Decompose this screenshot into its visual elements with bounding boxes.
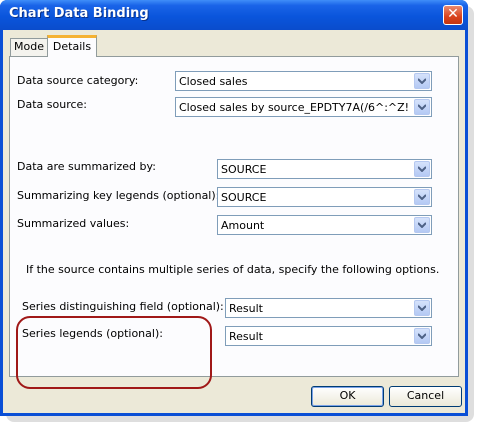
close-button[interactable]: ✕	[443, 5, 463, 25]
chevron-down-icon[interactable]	[414, 300, 430, 316]
key-legends-label: Summarizing key legends (optional):	[17, 189, 220, 202]
series-field-value: Result	[229, 302, 263, 315]
series-legends-label: Series legends (optional):	[22, 327, 163, 340]
series-legends-value: Result	[229, 330, 263, 343]
data-source-select[interactable]: Closed sales by source_EPDTY7A(/6^:^Z!	[175, 97, 432, 117]
summarized-by-label: Data are summarized by:	[17, 160, 156, 173]
data-source-category-select[interactable]: Closed sales	[175, 71, 432, 91]
chevron-down-icon[interactable]	[414, 189, 430, 205]
title-bar[interactable]: Chart Data Binding ✕	[0, 0, 468, 30]
ok-button[interactable]: OK	[311, 386, 384, 407]
summarized-values-select[interactable]: Amount	[217, 215, 432, 235]
key-legends-value: SOURCE	[221, 191, 267, 204]
dialog-body: Mode Details Data source category: Close…	[3, 30, 465, 413]
series-legends-select[interactable]: Result	[225, 326, 432, 346]
data-source-value: Closed sales by source_EPDTY7A(/6^:^Z!	[179, 101, 410, 114]
series-field-label: Series distinguishing field (optional):	[22, 300, 224, 313]
window-title: Chart Data Binding	[9, 6, 149, 21]
summarized-values-value: Amount	[221, 219, 265, 232]
close-icon: ✕	[447, 6, 459, 22]
key-legends-select[interactable]: SOURCE	[217, 187, 432, 207]
data-source-label: Data source:	[17, 98, 87, 111]
details-panel: Data source category: Closed sales Data …	[9, 56, 459, 389]
data-source-category-label: Data source category:	[17, 74, 139, 87]
summarized-by-value: SOURCE	[221, 163, 267, 176]
summarized-by-select[interactable]: SOURCE	[217, 159, 432, 179]
cancel-button[interactable]: Cancel	[389, 386, 462, 407]
summarized-values-label: Summarized values:	[17, 217, 130, 230]
chevron-down-icon[interactable]	[414, 161, 430, 177]
chevron-down-icon[interactable]	[414, 328, 430, 344]
chevron-down-icon[interactable]	[414, 99, 430, 115]
series-field-select[interactable]: Result	[225, 298, 432, 318]
tab-details[interactable]: Details	[47, 35, 97, 57]
data-source-category-value: Closed sales	[179, 75, 248, 88]
chevron-down-icon[interactable]	[414, 73, 430, 89]
multi-series-note: If the source contains multiple series o…	[26, 263, 440, 276]
dialog-window: Chart Data Binding ✕ Mode Details Data s…	[0, 0, 468, 416]
chevron-down-icon[interactable]	[414, 217, 430, 233]
tab-mode[interactable]: Mode	[10, 38, 48, 56]
